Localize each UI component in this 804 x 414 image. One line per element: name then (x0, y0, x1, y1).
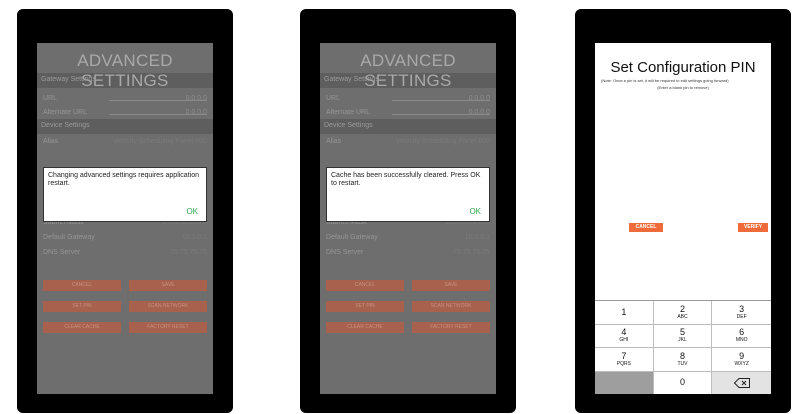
dns-label: DNS Server (43, 249, 81, 256)
backspace-icon (733, 377, 750, 388)
pin-note: (Note: Once a pin is set, it will be req… (601, 78, 729, 83)
page-title: Set Configuration PIN (610, 59, 756, 76)
alternate-url-label: Alternate URL (43, 109, 87, 116)
action-buttons: CANCEL SAVE SET PIN SCAN NETWORK CLEAR C… (326, 280, 490, 333)
device-left: ADVANCED SETTINGS Gateway Settings URL 0… (17, 9, 233, 413)
key-digit: 4 (621, 327, 627, 338)
page-title: ADVANCED SETTINGS (360, 51, 456, 90)
clear-cache-button[interactable]: CLEAR CACHE (326, 322, 404, 333)
key-digit: 6 (739, 327, 745, 338)
dialog-message: Changing advanced settings requires appl… (48, 172, 199, 187)
key-letters: PQRS (616, 360, 631, 367)
dns-field[interactable]: 75.75.75.75 (170, 249, 207, 256)
key-letters: MNO (735, 337, 748, 344)
key-letters: ABC (677, 313, 688, 320)
save-button[interactable]: SAVE (129, 280, 207, 291)
key-2[interactable]: 2 ABC (653, 301, 713, 325)
key-1[interactable]: 1 (595, 301, 654, 325)
set-pin-screen: Set Configuration PIN (Note: Once a pin … (595, 43, 771, 394)
scan-network-button[interactable]: SCAN NETWORK (129, 301, 207, 312)
alias-row[interactable]: Alias Velocity Scheduling Panel 800 (320, 134, 496, 149)
key-letters: GHI (619, 337, 629, 344)
url-label: URL (43, 95, 58, 102)
alias-label: Alias (326, 138, 342, 145)
default-gateway-row[interactable]: Default Gateway 10.0.0.1 (320, 230, 496, 245)
device-settings-header: Device Settings (320, 119, 496, 134)
device-middle: ADVANCED SETTINGS Gateway Settings URL 0… (300, 9, 516, 413)
key-digit: 8 (679, 350, 685, 361)
cancel-button[interactable]: CANCEL (43, 280, 121, 291)
key-digit: 2 (679, 303, 685, 314)
key-4[interactable]: 4 GHI (595, 324, 654, 348)
url-field[interactable]: 0.0.0.0 (186, 95, 207, 102)
page-title: ADVANCED SETTINGS (77, 51, 173, 90)
dialog-message: Cache has been successfully cleared. Pre… (331, 172, 481, 187)
alternate-url-row[interactable]: Alternate URL 0.0.0.0 (320, 102, 496, 116)
set-pin-button[interactable]: SET PIN (43, 301, 121, 312)
key-digit: 5 (679, 327, 685, 338)
url-label: URL (326, 95, 341, 102)
alternate-url-field[interactable]: 0.0.0.0 (469, 109, 490, 116)
set-pin-button[interactable]: SET PIN (326, 301, 404, 312)
key-9[interactable]: 9 WXYZ (712, 348, 771, 372)
key-letters: DEF (736, 313, 747, 320)
backspace-key[interactable] (712, 371, 771, 394)
key-digit: 1 (621, 306, 627, 317)
cache-cleared-dialog: Cache has been successfully cleared. Pre… (326, 167, 490, 222)
verify-button[interactable]: VERIFY (738, 223, 768, 232)
url-row[interactable]: URL 0.0.0.0 (320, 88, 496, 102)
alternate-url-field[interactable]: 0.0.0.0 (186, 109, 207, 116)
key-digit: 7 (621, 350, 627, 361)
key-digit: 3 (739, 303, 745, 314)
alias-field[interactable]: Velocity Scheduling Panel 800 (396, 138, 490, 145)
key-6[interactable]: 6 MNO (712, 324, 771, 348)
alias-label: Alias (43, 138, 59, 145)
default-gateway-label: Default Gateway (43, 234, 95, 241)
key-8[interactable]: 8 TUV (653, 348, 713, 372)
ok-button[interactable]: OK (469, 207, 481, 216)
dns-row[interactable]: DNS Server 75.75.75.75 (37, 245, 213, 260)
url-row[interactable]: URL 0.0.0.0 (37, 88, 213, 102)
url-field[interactable]: 0.0.0.0 (469, 95, 490, 102)
default-gateway-row[interactable]: Default Gateway 10.0.0.1 (37, 230, 213, 245)
dns-label: DNS Server (326, 249, 364, 256)
advanced-settings-screen: ADVANCED SETTINGS Gateway Settings URL 0… (37, 43, 213, 394)
default-gateway-label: Default Gateway (326, 234, 378, 241)
alternate-url-row[interactable]: Alternate URL 0.0.0.0 (37, 102, 213, 116)
key-digit: 9 (739, 350, 745, 361)
key-letters: JKL (678, 337, 687, 344)
device-right: Set Configuration PIN (Note: Once a pin … (575, 9, 791, 413)
alias-row[interactable]: Alias Velocity Scheduling Panel 800 (37, 134, 213, 149)
key-0[interactable]: 0 (653, 371, 713, 394)
numeric-keypad: 1 2 ABC 3 DEF 4 GHI 5 JKL 6 MNO 7 PQRS 8 TUV 9W… (595, 300, 771, 394)
key-blank (595, 371, 654, 394)
key-5[interactable]: 5 JKL (653, 324, 713, 348)
default-gateway-field[interactable]: 10.0.0.1 (182, 234, 207, 241)
alternate-url-label: Alternate URL (326, 109, 370, 116)
key-letters: WXYZ (734, 360, 749, 367)
ok-button[interactable]: OK (186, 207, 198, 216)
factory-reset-button[interactable]: FACTORY RESET (129, 322, 207, 333)
dns-row[interactable]: DNS Server 75.75.75.75 (320, 245, 496, 260)
dns-field[interactable]: 75.75.75.75 (453, 249, 490, 256)
key-3[interactable]: 3 DEF (712, 301, 771, 325)
key-letters: TUV (677, 360, 688, 367)
cancel-button[interactable]: CANCEL (629, 223, 663, 232)
clear-cache-button[interactable]: CLEAR CACHE (43, 322, 121, 333)
action-buttons: CANCEL SAVE SET PIN SCAN NETWORK CLEAR C… (43, 280, 207, 333)
key-7[interactable]: 7 PQRS (595, 348, 654, 372)
pin-hint: (Enter a blank pin to remove) (657, 85, 709, 90)
default-gateway-field[interactable]: 10.0.0.1 (465, 234, 490, 241)
scan-network-button[interactable]: SCAN NETWORK (412, 301, 490, 312)
key-digit: 0 (679, 377, 685, 388)
device-settings-header: Device Settings (37, 119, 213, 134)
save-button[interactable]: SAVE (412, 280, 490, 291)
advanced-settings-screen: ADVANCED SETTINGS Gateway Settings URL 0… (320, 43, 496, 394)
cancel-button[interactable]: CANCEL (326, 280, 404, 291)
alias-field[interactable]: Velocity Scheduling Panel 800 (113, 138, 207, 145)
restart-dialog: Changing advanced settings requires appl… (43, 167, 207, 222)
factory-reset-button[interactable]: FACTORY RESET (412, 322, 490, 333)
